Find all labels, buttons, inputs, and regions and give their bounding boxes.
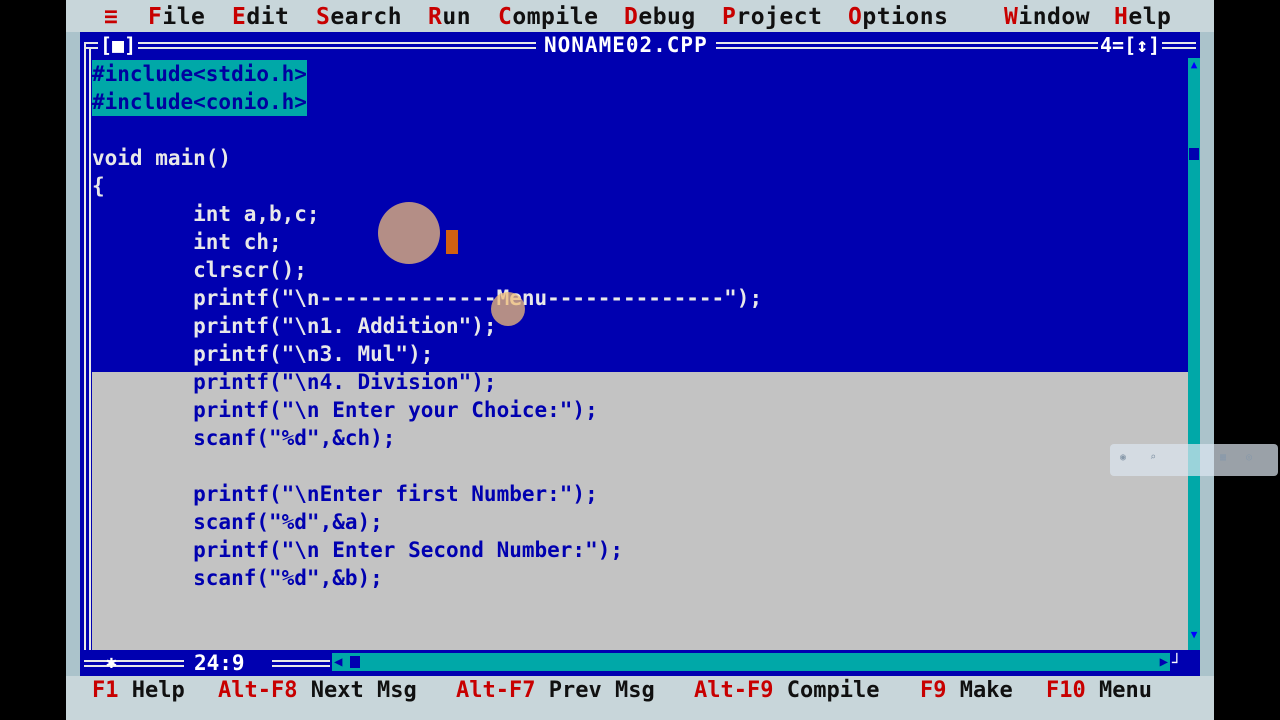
code-line-6: int a,b,c; (92, 202, 320, 226)
code-line-17: scanf("%d",&a); (92, 510, 383, 534)
menu-file[interactable]: File (148, 0, 205, 32)
overlay-toolbar[interactable]: ◉ ⌕ ▦ ◎ (1110, 444, 1278, 476)
frame-bottom-mid-inner (272, 665, 330, 667)
code-line-14: scanf("%d",&ch); (92, 426, 396, 450)
menu-compile[interactable]: Compile (498, 0, 598, 32)
window-number-zoom[interactable]: 4=[↕] (1098, 32, 1163, 58)
menu-bar: ≡ File Edit Search Run Compile Debug Pro… (66, 0, 1214, 32)
frame-bottom-mid (272, 660, 330, 662)
status-menu[interactable]: F10 Menu (1046, 676, 1152, 706)
turbo-cpp-screen: ≡ File Edit Search Run Compile Debug Pro… (66, 0, 1214, 720)
status-make[interactable]: F9 Make (920, 676, 1013, 706)
status-compile[interactable]: Alt-F9 Compile (694, 676, 879, 706)
code-line-18: printf("\n Enter Second Number:"); (92, 538, 624, 562)
code-line-2: #include<conio.h> (92, 88, 307, 116)
overlay-avatar-icon[interactable]: ◉ (1120, 452, 1126, 463)
text-cursor (446, 230, 458, 254)
code-line-10: printf("\n1. Addition"); (92, 314, 497, 338)
status-bar: F1 Help Alt-F8 Next Msg Alt-F7 Prev Msg … (66, 676, 1214, 720)
window-close-box[interactable]: [■] (98, 32, 139, 58)
menu-debug[interactable]: Debug (624, 0, 696, 32)
scroll-right-arrow-icon[interactable]: ▶ (1160, 653, 1168, 671)
cursor-highlight (378, 202, 440, 264)
vertical-scrollbar[interactable]: ▲ ▼ (1188, 58, 1200, 662)
editor-window: [■] NONAME02.CPP 4=[↕] #include<stdio.h>… (80, 32, 1200, 676)
overlay-settings-icon[interactable]: ◎ (1246, 452, 1252, 463)
status-next-msg[interactable]: Alt-F8 Next Msg (218, 676, 417, 706)
system-menu-icon[interactable]: ≡ (104, 0, 118, 32)
menu-options[interactable]: Options (848, 0, 948, 32)
vertical-scroll-thumb[interactable] (1189, 148, 1199, 160)
status-prev-msg[interactable]: Alt-F7 Prev Msg (456, 676, 655, 706)
resize-corner-icon[interactable]: ┘ (1172, 650, 1182, 676)
scroll-left-arrow-icon[interactable]: ◀ (334, 653, 342, 671)
code-line-13: printf("\n Enter your Choice:"); (92, 398, 598, 422)
frame-bottom-left (84, 660, 184, 662)
code-line-16: printf("\nEnter first Number:"); (92, 482, 598, 506)
window-move-icon[interactable]: ✱ (106, 650, 117, 676)
menu-project[interactable]: Project (722, 0, 822, 32)
code-line-8: clrscr(); (92, 258, 307, 282)
window-bottom-bar: ✱ 24:9 ◀ ▶ ┘ (80, 650, 1200, 676)
frame-bottom-left-inner (84, 665, 184, 667)
mouse-pointer-highlight (491, 292, 525, 326)
code-line-1: #include<stdio.h> (92, 60, 307, 88)
status-help[interactable]: F1 Help (92, 676, 185, 706)
cursor-position: 24:9 (186, 650, 253, 676)
horizontal-scrollbar[interactable]: ◀ ▶ (332, 653, 1170, 671)
scroll-up-arrow-icon[interactable]: ▲ (1188, 58, 1200, 72)
menu-edit[interactable]: Edit (232, 0, 289, 32)
horizontal-scroll-thumb[interactable] (350, 656, 360, 668)
code-line-5: { (92, 174, 105, 198)
window-title: NONAME02.CPP (536, 32, 716, 58)
menu-search[interactable]: Search (316, 0, 402, 32)
menu-help[interactable]: Help (1114, 0, 1171, 32)
code-line-12: printf("\n4. Division"); (92, 370, 497, 394)
menu-window[interactable]: Window (1004, 0, 1090, 32)
code-line-4: void main() (92, 146, 232, 170)
code-line-7: int ch; (92, 230, 282, 254)
frame-left-inner (89, 47, 91, 667)
scroll-down-arrow-icon[interactable]: ▼ (1188, 628, 1200, 642)
overlay-search-icon[interactable]: ⌕ (1150, 452, 1156, 463)
overlay-grid-icon[interactable]: ▦ (1220, 452, 1226, 463)
menu-run[interactable]: Run (428, 0, 471, 32)
code-line-11: printf("\n3. Mul"); (92, 342, 434, 366)
code-line-9: printf("\n--------------Menu------------… (92, 286, 763, 310)
code-line-19: scanf("%d",&b); (92, 566, 383, 590)
frame-left (84, 42, 86, 670)
